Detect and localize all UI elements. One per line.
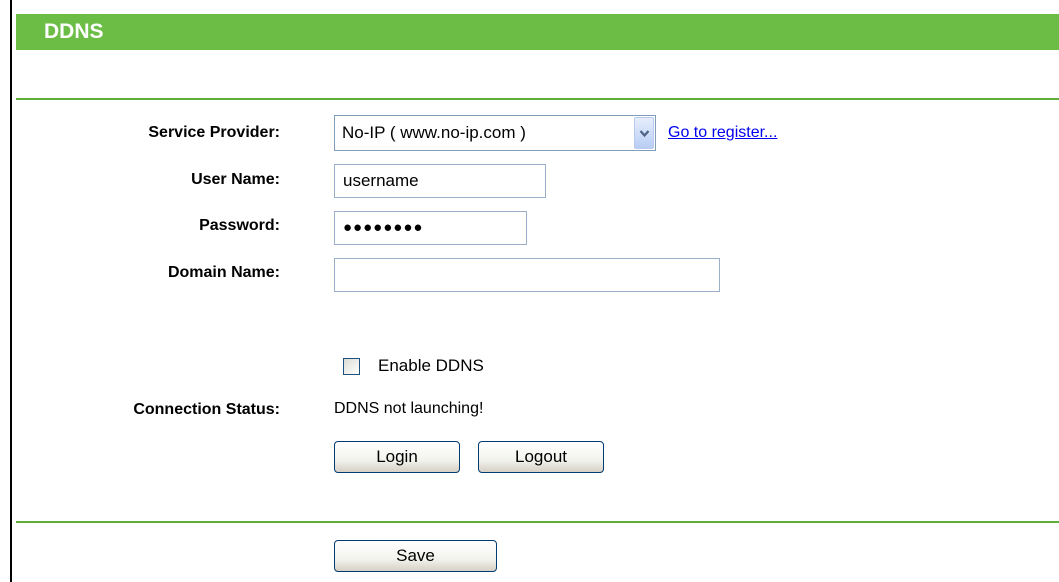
go-to-register-link[interactable]: Go to register...	[668, 122, 777, 144]
page-title: DDNS	[44, 20, 104, 43]
enable-ddns-label[interactable]: Enable DDNS	[378, 355, 484, 377]
dropdown-button[interactable]	[634, 117, 654, 149]
password-input[interactable]: ●●●●●●●●	[334, 211, 527, 245]
connection-status-label: Connection Status:	[133, 401, 280, 418]
login-button[interactable]: Login	[334, 441, 460, 473]
service-provider-label: Service Provider:	[148, 124, 280, 141]
enable-ddns-checkbox[interactable]	[343, 358, 360, 375]
logout-button[interactable]: Logout	[478, 441, 604, 473]
top-divider	[16, 98, 1059, 100]
title-bar: DDNS	[16, 14, 1059, 50]
bottom-divider	[16, 521, 1059, 523]
service-provider-selected: No-IP ( www.no-ip.com )	[342, 123, 526, 142]
domain-name-label: Domain Name:	[167, 264, 280, 281]
password-label: Password:	[199, 217, 280, 234]
service-provider-select[interactable]: No-IP ( www.no-ip.com )	[334, 115, 656, 151]
user-name-label: User Name:	[191, 171, 280, 188]
user-name-input[interactable]: username	[334, 164, 546, 198]
connection-status-value: DDNS not launching!	[334, 400, 484, 417]
save-button[interactable]: Save	[334, 540, 497, 572]
domain-name-input[interactable]	[334, 258, 720, 292]
